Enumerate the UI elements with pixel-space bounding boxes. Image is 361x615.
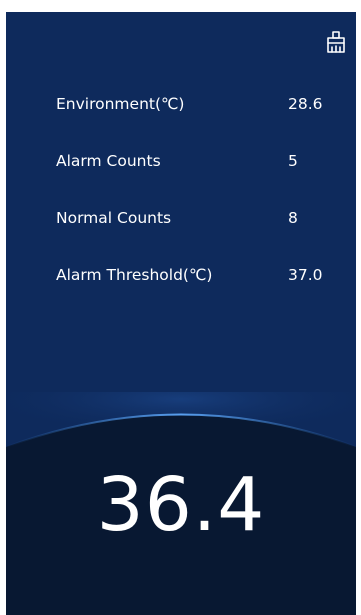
environment-label: Environment(℃) (56, 95, 185, 113)
normal-counts-value: 8 (288, 209, 298, 227)
temperature-screen: Environment(℃) 28.6 Alarm Counts 5 Norma… (6, 12, 356, 615)
environment-value: 28.6 (288, 95, 323, 113)
alarm-threshold-label: Alarm Threshold(℃) (56, 266, 213, 284)
normal-counts-label: Normal Counts (56, 209, 172, 227)
stats-list: Environment(℃) 28.6 Alarm Counts 5 Norma… (56, 90, 336, 318)
stat-row-alarm-threshold: Alarm Threshold(℃) 37.0 (56, 261, 336, 290)
alarm-threshold-value: 37.0 (288, 266, 323, 284)
temperature-reading: 36.4 (96, 462, 266, 548)
stat-row-alarm-counts: Alarm Counts 5 (56, 147, 336, 176)
alarm-counts-label: Alarm Counts (56, 152, 161, 170)
stat-row-environment: Environment(℃) 28.6 (56, 90, 336, 119)
broom-icon[interactable] (324, 30, 348, 54)
alarm-counts-value: 5 (288, 152, 298, 170)
stat-row-normal-counts: Normal Counts 8 (56, 204, 336, 233)
